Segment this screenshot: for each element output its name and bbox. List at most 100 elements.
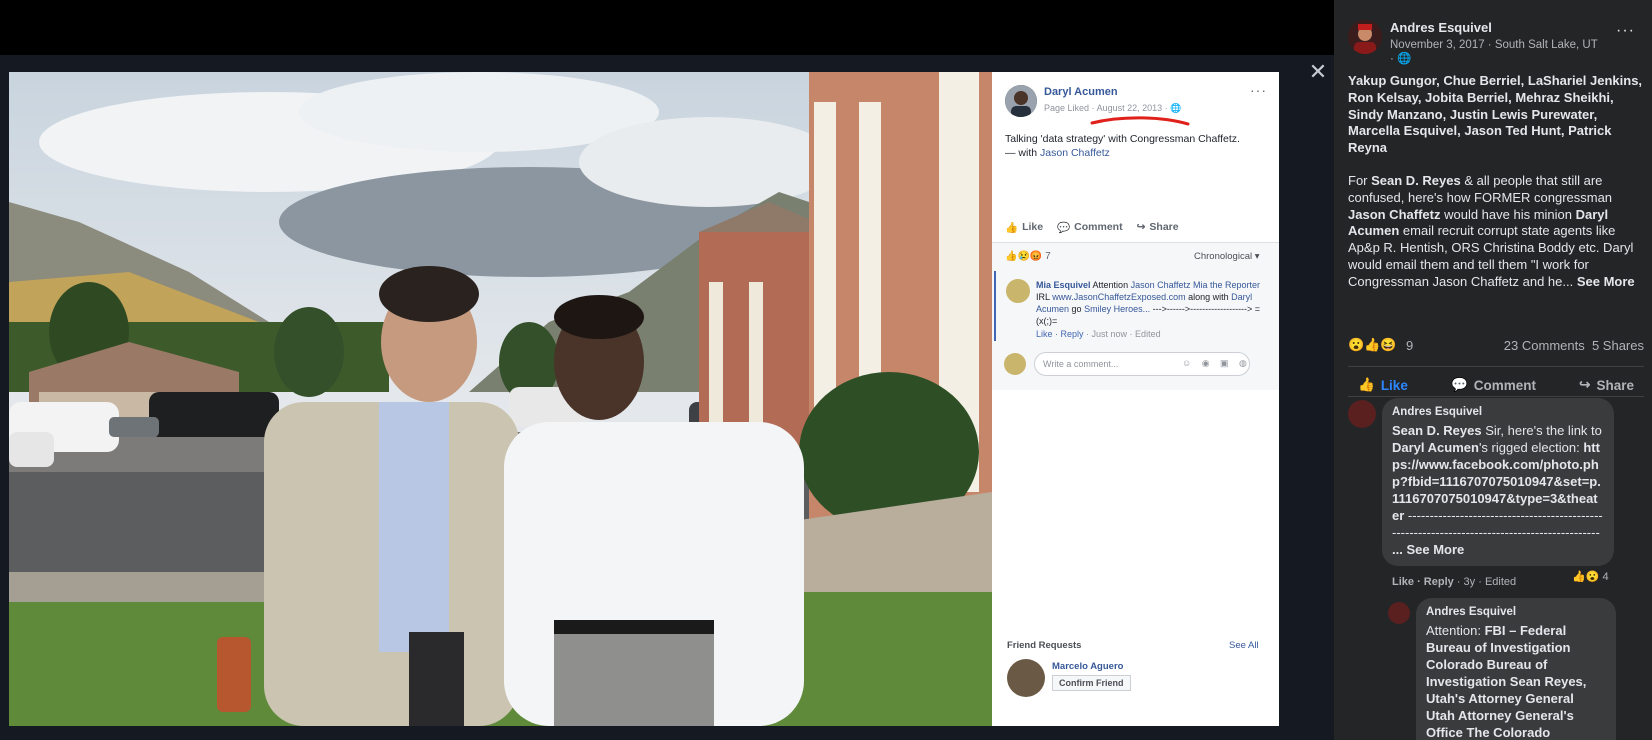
inner-comments-section: 👍😢😡 7 Chronological ▾ Mia Esquivel Atten…: [992, 242, 1279, 390]
mention-sean-reyes[interactable]: Sean D. Reyes: [1371, 173, 1461, 188]
post-text-1: For: [1348, 172, 1368, 188]
tagged-people[interactable]: Yakup Gungor, Chue Berriel, LaShariel Je…: [1348, 73, 1644, 157]
share-label: Share: [1596, 377, 1634, 393]
post-author-avatar[interactable]: [1348, 20, 1382, 54]
friend-request-name[interactable]: Marcelo Aguero: [1052, 661, 1123, 672]
comments-shares-count: 23 Comments 5 Shares: [1504, 338, 1644, 353]
inner-post-date[interactable]: August 22, 2013: [1097, 103, 1163, 113]
inner-comment-time: · Just now · Edited: [1086, 329, 1161, 339]
inner-share-button[interactable]: ↪ Share: [1137, 217, 1179, 237]
post-author-name[interactable]: Andres Esquivel: [1390, 20, 1492, 35]
comment-text-3: along with: [1188, 292, 1229, 302]
comment-text-2: IRL: [1036, 292, 1050, 302]
inner-like-label: Like: [1022, 221, 1044, 233]
author-avatar[interactable]: [1005, 85, 1037, 117]
friend-requests-title: Friend Requests: [1007, 640, 1082, 651]
reply-author-name[interactable]: Andres Esquivel: [1426, 604, 1606, 621]
comment-text-2: 's rigged election:: [1478, 440, 1580, 455]
comments-count[interactable]: 23 Comments: [1504, 338, 1585, 353]
comment-reply[interactable]: Reply: [1424, 576, 1454, 588]
inner-comment-reply[interactable]: Reply: [1061, 329, 1084, 339]
comment-dashes: ----------------------------------------…: [1392, 508, 1603, 540]
commenter-name[interactable]: Mia Esquivel: [1036, 280, 1091, 290]
comment-time: · 3y · Edited: [1456, 576, 1517, 588]
mention-jason-chaffetz[interactable]: Jason Chaffetz: [1348, 207, 1440, 222]
inner-author-name[interactable]: Daryl Acumen: [1044, 86, 1118, 98]
post-stats: 😮👍😆 9 23 Comments 5 Shares: [1348, 336, 1644, 356]
comment-icon: 💬: [1450, 377, 1468, 392]
red-underline-annotation: [1090, 116, 1190, 126]
inner-post-panel: Daryl Acumen Page Liked · August 22, 201…: [992, 72, 1279, 726]
confirm-friend-button[interactable]: Confirm Friend: [1052, 675, 1131, 691]
commenter-name[interactable]: Andres Esquivel: [1392, 404, 1604, 421]
comment-text-1: Attention: [1092, 280, 1129, 290]
inner-comment-label: Comment: [1074, 221, 1123, 233]
shares-count[interactable]: 5 Shares: [1592, 338, 1644, 353]
see-more-link[interactable]: See More: [1577, 274, 1635, 289]
commenter-avatar[interactable]: [1348, 400, 1376, 428]
reaction-icons[interactable]: 😮👍😆: [1348, 337, 1397, 353]
emoji-camera-gif-sticker-icons[interactable]: ☺ ◉ ▣ ◍: [1182, 358, 1251, 369]
inner-post-meta: Page Liked · August 22, 2013 · 🌐: [1044, 103, 1181, 114]
divider: [1348, 396, 1644, 397]
photo-viewer: ✕ Daryl Acumen Page Liked · August 22, 2…: [0, 0, 1652, 740]
reaction-count[interactable]: 9: [1406, 338, 1413, 353]
comment-link-2[interactable]: Mia the Reporter: [1193, 280, 1260, 290]
divider: [1348, 366, 1644, 367]
inner-comment-like[interactable]: Like: [1036, 329, 1053, 339]
inner-reactions[interactable]: 👍😢😡 7: [1005, 251, 1051, 262]
photo-area: ✕ Daryl Acumen Page Liked · August 22, 2…: [0, 0, 1334, 740]
more-options-icon[interactable]: ···: [1250, 82, 1267, 98]
post-body: Yakup Gungor, Chue Berriel, LaShariel Je…: [1348, 73, 1644, 291]
inner-action-bar: 👍 Like 💬 Comment ↪ Share: [1005, 217, 1267, 237]
inner-comment-text: Mia Esquivel Attention Jason Chaffetz Mi…: [1036, 279, 1271, 327]
comment-text-1: Sir, here's the link to: [1485, 423, 1602, 438]
inner-comment-button[interactable]: 💬 Comment: [1057, 217, 1123, 237]
reaction-icons: 👍😮: [1572, 571, 1600, 583]
close-icon[interactable]: ✕: [1306, 60, 1330, 84]
share-icon: ↪: [1579, 377, 1591, 392]
share-icon: ↪: [1136, 221, 1146, 233]
comment-text-4: go: [1071, 304, 1082, 314]
thumbs-up-icon: 👍: [1358, 377, 1375, 392]
comment-sort-dropdown[interactable]: Chronological ▾: [1194, 251, 1260, 262]
mention-daryl-acumen[interactable]: Daryl Acumen: [1392, 440, 1479, 455]
comment-link-3[interactable]: www.JasonChaffetzExposed.com: [1052, 292, 1185, 302]
friend-request-avatar[interactable]: [1007, 659, 1045, 697]
write-comment-row: Write a comment... ☺ ◉ ▣ ◍: [1002, 351, 1272, 377]
inner-share-label: Share: [1149, 221, 1179, 233]
comment-bubble: Andres Esquivel Sean D. Reyes Sir, here'…: [1382, 398, 1614, 566]
privacy-icon: · 🌐: [1164, 103, 1182, 113]
inner-like-button[interactable]: 👍 Like: [1005, 217, 1043, 237]
inner-comment-actions: Like · Reply · Just now · Edited: [1036, 329, 1161, 339]
reply-text-1: Attention:: [1426, 623, 1481, 638]
post-side-panel: Andres Esquivel November 3, 2017 · South…: [1334, 0, 1652, 740]
reply-bubble: Andres Esquivel Attention: FBI – Federal…: [1416, 598, 1616, 740]
post-photo[interactable]: [9, 72, 992, 726]
post-more-options-icon[interactable]: ···: [1616, 22, 1635, 40]
comment-link-5[interactable]: Smiley Heroes...: [1084, 304, 1150, 314]
comment-icon: 💬: [1057, 221, 1071, 234]
tagged-user-link[interactable]: Jason Chaffetz: [1040, 147, 1110, 159]
photo-scene: [9, 72, 992, 726]
friend-requests-see-all[interactable]: See All: [1229, 640, 1259, 651]
comment-link-1[interactable]: Jason Chaffetz: [1131, 280, 1191, 290]
page-liked-label: Page Liked ·: [1044, 103, 1095, 113]
thumbs-up-icon: 👍: [1005, 221, 1019, 234]
commenter-avatar[interactable]: [1006, 279, 1030, 303]
comment-reactions[interactable]: 👍😮 4: [1572, 570, 1609, 583]
comment-see-more[interactable]: ... See More: [1392, 542, 1464, 557]
reply-mentions[interactable]: FBI – Federal Bureau of Investigation Co…: [1426, 623, 1586, 740]
inner-post-text: Talking 'data strategy' with Congressman…: [1005, 132, 1270, 160]
comment-label: Comment: [1473, 377, 1537, 393]
with-label: — with: [1005, 147, 1038, 159]
post-text: For Sean D. Reyes & all people that stil…: [1348, 173, 1644, 291]
mention-sean-reyes[interactable]: Sean D. Reyes: [1392, 423, 1482, 438]
post-text-3: would have his minion: [1444, 206, 1572, 222]
inner-reaction-count: 7: [1045, 251, 1051, 262]
post-date-location[interactable]: November 3, 2017 · South Salt Lake, UT ·…: [1390, 38, 1600, 66]
reply-avatar[interactable]: [1388, 602, 1410, 624]
viewer-avatar: [1004, 353, 1026, 375]
inner-post-body: Talking 'data strategy' with Congressman…: [1005, 133, 1240, 145]
comment-like[interactable]: Like: [1392, 576, 1414, 588]
